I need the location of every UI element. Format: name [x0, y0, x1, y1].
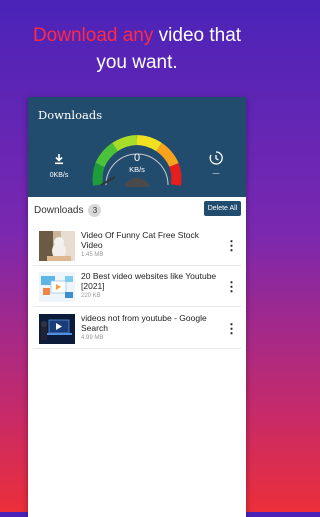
downloads-toolbar: Downloads 0KB/s 0 KB/s — [28, 97, 246, 197]
download-speed-value: 0KB/s [49, 172, 69, 179]
more-vertical-icon[interactable]: ⋮ [225, 238, 238, 254]
cat-thumbnail [39, 231, 75, 261]
laptop-play-thumbnail [39, 314, 75, 344]
item-size: 1.45 MB [81, 252, 104, 258]
downloads-header-label: Downloads [34, 204, 84, 216]
download-speed-stat: 0KB/s [42, 152, 76, 179]
list-item[interactable]: videos not from youtube - Google Search … [33, 311, 241, 349]
timer-stat: — [206, 150, 226, 177]
headline-text: video that [153, 25, 242, 46]
more-vertical-icon[interactable]: ⋮ [225, 279, 238, 295]
speed-gauge: 0 KB/s [82, 123, 192, 195]
item-size: 220 KB [81, 293, 101, 299]
gauge-unit: KB/s [129, 165, 145, 174]
downloads-count-badge: 3 [88, 203, 102, 217]
headline-line2: you want. [96, 52, 178, 73]
downloads-header: Downloads 3 [34, 201, 102, 219]
download-icon [55, 154, 63, 165]
delete-all-button[interactable]: Delete All [204, 201, 241, 216]
gauge-value: 0 [133, 152, 141, 164]
promo-headline: Download any video that you want. [0, 22, 274, 76]
item-size: 4.99 MB [81, 335, 104, 341]
list-item[interactable]: 20 Best video websites like Youtube [202… [33, 269, 241, 307]
phone-screen: Downloads 0KB/s 0 KB/s — Downloads 3 Del… [28, 97, 246, 517]
item-title: videos not from youtube - Google Search [81, 313, 207, 333]
timer-icon [209, 151, 223, 165]
more-vertical-icon[interactable]: ⋮ [225, 321, 238, 337]
item-title: 20 Best video websites like Youtube [202… [81, 271, 217, 291]
list-item[interactable]: Video Of Funny Cat Free Stock Video 1.45… [33, 228, 241, 266]
timer-value: — [212, 170, 220, 177]
item-title: Video Of Funny Cat Free Stock Video [81, 230, 199, 250]
toolbar-title: Downloads [38, 108, 103, 122]
headline-accent: Download any [32, 25, 154, 46]
video-sites-thumbnail [39, 272, 75, 302]
